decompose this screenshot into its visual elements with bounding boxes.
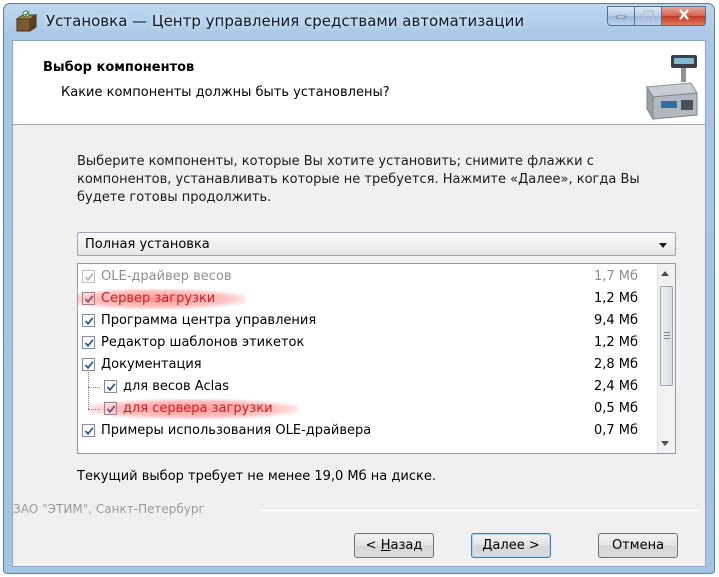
page-subtitle: Какие компоненты должны быть установлены… (61, 85, 390, 100)
component-label: Примеры использования OLE-драйвера (101, 423, 372, 438)
scale-icon (641, 53, 699, 125)
component-row[interactable]: Документация 2,8 Мб (78, 354, 653, 376)
scrollbar[interactable] (657, 264, 675, 453)
cancel-button[interactable]: Отмена (598, 533, 678, 558)
component-size: 1,2 Мб (593, 335, 638, 350)
minimize-button[interactable] (607, 6, 635, 26)
back-button[interactable]: < Назад (354, 533, 434, 558)
chevron-down-icon (659, 243, 667, 248)
component-row[interactable]: Примеры использования OLE-драйвера 0,7 Мб (78, 420, 653, 442)
component-checkbox (82, 270, 95, 283)
grip-icon (664, 332, 670, 333)
description-line: будете готовы продолжить. (77, 190, 272, 205)
window-title: Установка — Центр управления средствами … (46, 12, 525, 30)
next-button-hotkey: Д (482, 538, 493, 553)
component-row[interactable]: OLE-драйвер весов 1,7 Мб (78, 266, 653, 288)
back-button-label: азад (390, 538, 423, 553)
brand-label: ЗАО "ЭТИМ", Санкт-Петербург (13, 502, 205, 516)
brand-divider (260, 510, 700, 511)
scroll-down-icon[interactable] (661, 441, 669, 446)
next-button-label: алее > (492, 538, 540, 553)
tree-connector (88, 387, 100, 388)
component-checkbox[interactable] (82, 358, 95, 371)
scroll-up-icon[interactable] (661, 271, 669, 276)
highlight-mark (88, 399, 298, 419)
component-size: 0,5 Мб (593, 401, 638, 416)
installer-icon (14, 10, 38, 34)
tree-connector (88, 372, 89, 409)
next-button[interactable]: Далее > (471, 533, 551, 558)
installer-window: Установка — Центр управления средствами … (3, 3, 715, 574)
components-list[interactable]: Примеры использования OLE-драйвера 0,7 Мб… (77, 263, 676, 454)
close-icon (678, 8, 690, 24)
component-label: Документация (101, 357, 202, 372)
page-title: Выбор компонентов (43, 60, 195, 75)
component-row[interactable]: Программа центра управления 9,4 Мб (78, 310, 653, 332)
back-button-hotkey: Н (380, 538, 391, 553)
component-checkbox[interactable] (82, 424, 95, 437)
wizard-header: Выбор компонентов Какие компоненты должн… (13, 41, 705, 125)
grip-icon (664, 338, 670, 339)
component-row[interactable]: Редактор шаблонов этикеток 1,2 Мб (78, 332, 653, 354)
component-size: 1,2 Мб (593, 291, 638, 306)
scroll-thumb[interactable] (660, 286, 673, 386)
maximize-button[interactable] (635, 6, 662, 26)
description-line: Выберите компоненты, которые Вы хотите у… (77, 154, 594, 169)
disk-requirement-text: Текущий выбор требует не менее 19,0 Мб н… (77, 469, 436, 484)
component-size: 0,7 Мб (593, 423, 638, 438)
wizard-client-area: Выбор компонентов Какие компоненты должн… (12, 40, 706, 567)
component-checkbox[interactable] (104, 380, 117, 393)
component-label: OLE-драйвер весов (101, 269, 232, 284)
component-label: Программа центра управления (101, 313, 317, 328)
title-bar[interactable]: Установка — Центр управления средствами … (4, 4, 714, 40)
component-size: 1,7 Мб (593, 269, 638, 284)
maximize-icon (642, 9, 654, 24)
component-size: 2,4 Мб (593, 379, 638, 394)
component-row[interactable]: для весов Aclas 2,4 Мб (78, 376, 653, 398)
component-size: 2,8 Мб (593, 357, 638, 372)
close-button[interactable] (662, 6, 706, 26)
caption-buttons (607, 6, 706, 26)
component-label: для весов Aclas (123, 379, 229, 394)
back-button-prefix: < (365, 538, 381, 553)
install-type-value: Полная установка (85, 237, 210, 252)
description-line: компонентов, устанавливать которые не тр… (77, 172, 640, 187)
component-label: Редактор шаблонов этикеток (101, 335, 305, 350)
minimize-icon (616, 9, 626, 24)
install-type-dropdown[interactable]: Полная установка (77, 232, 676, 256)
grip-icon (664, 335, 670, 336)
component-checkbox[interactable] (82, 336, 95, 349)
component-checkbox[interactable] (82, 314, 95, 327)
description-text: Выберите компоненты, которые Вы хотите у… (77, 153, 677, 207)
highlight-mark (78, 289, 246, 309)
component-size: 9,4 Мб (593, 313, 638, 328)
